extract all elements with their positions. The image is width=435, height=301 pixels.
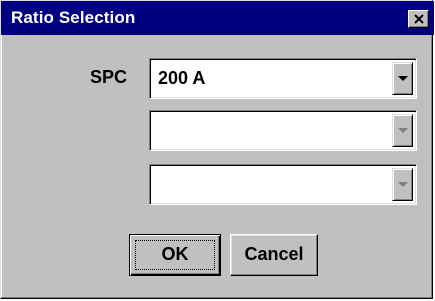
focus-ring	[135, 240, 215, 270]
ratio-select-2-dropdown-button	[392, 114, 413, 147]
spc-label: SPC	[90, 67, 128, 87]
spc-selected-value: 200 A	[158, 68, 206, 88]
ratio-select-2	[149, 110, 417, 151]
ratio-selection-dialog: Ratio Selection SPC 200 A OK Cancel	[0, 0, 434, 299]
cancel-button-label: Cancel	[244, 244, 304, 264]
ratio-select-3	[149, 164, 417, 205]
ratio-select-3-dropdown-button	[392, 168, 413, 201]
chevron-down-icon	[398, 182, 408, 187]
window-title: Ratio Selection	[11, 8, 136, 27]
close-button[interactable]	[408, 10, 429, 28]
title-bar[interactable]: Ratio Selection	[1, 1, 434, 35]
ok-button[interactable]: OK	[129, 234, 221, 276]
spc-dropdown-button[interactable]	[392, 62, 413, 95]
cancel-button[interactable]: Cancel	[230, 234, 318, 276]
spc-select[interactable]: 200 A	[149, 58, 417, 99]
chevron-down-icon	[398, 128, 408, 133]
close-icon	[414, 14, 424, 24]
chevron-down-icon	[398, 76, 408, 81]
